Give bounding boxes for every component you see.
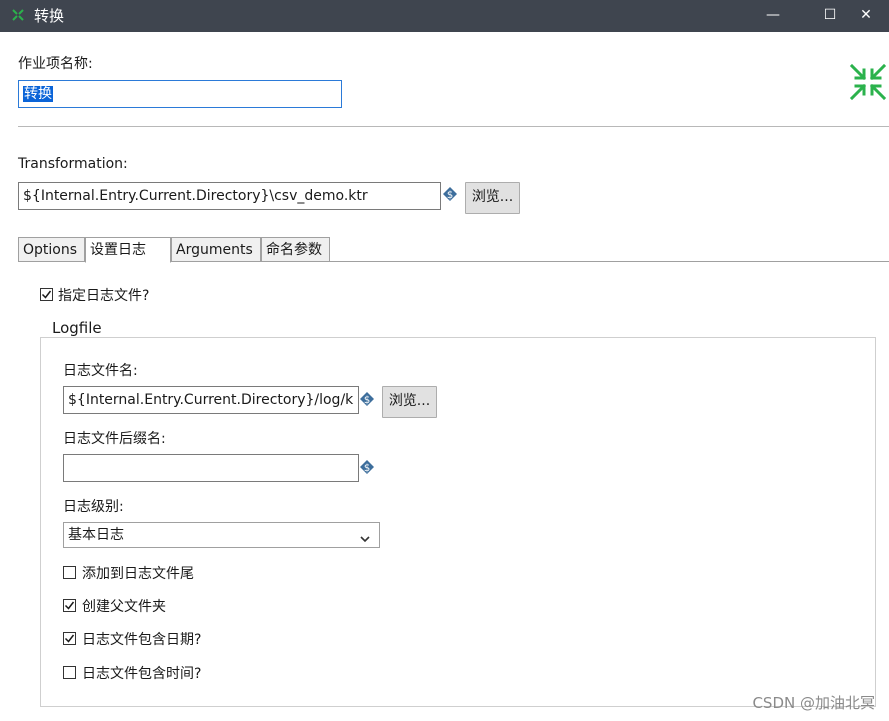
- window-title: 转换: [34, 7, 65, 25]
- checkmark-icon: [41, 290, 52, 299]
- transformation-path-input[interactable]: ${Internal.Entry.Current.Directory}\csv_…: [18, 182, 441, 210]
- transformation-label: Transformation:: [18, 156, 128, 172]
- job-entry-name-label: 作业项名称:: [18, 56, 93, 72]
- include-time-label: 日志文件包含时间?: [82, 666, 202, 682]
- tab-log-settings[interactable]: 设置日志: [85, 237, 171, 263]
- create-parent-folder-checkbox[interactable]: [63, 599, 76, 612]
- logfile-group-title: Logfile: [48, 319, 106, 337]
- logfile-ext-input[interactable]: [63, 454, 359, 482]
- watermark: CSDN @加油北冥: [752, 694, 875, 712]
- tab-named-parameters[interactable]: 命名参数: [261, 237, 330, 261]
- checkmark-icon: [64, 634, 75, 643]
- append-logfile-checkbox[interactable]: [63, 566, 76, 579]
- logfile-browse-button[interactable]: 浏览...: [382, 386, 437, 418]
- svg-text:$: $: [447, 190, 453, 201]
- specify-logfile-label: 指定日志文件?: [58, 288, 150, 304]
- log-level-value: 基本日志: [68, 527, 124, 543]
- tab-options[interactable]: Options: [18, 237, 85, 261]
- title-bar: 转换 — ☐ ✕: [0, 0, 889, 32]
- chevron-down-icon: [359, 529, 371, 543]
- include-date-checkbox[interactable]: [63, 632, 76, 645]
- job-entry-name-input[interactable]: 转换: [18, 80, 342, 108]
- logfile-ext-label: 日志文件后缀名:: [63, 431, 166, 447]
- separator: [18, 126, 889, 127]
- svg-text:$: $: [364, 463, 370, 474]
- variable-dollar-icon: $: [360, 460, 374, 474]
- kettle-job-icon: [10, 7, 26, 23]
- logfile-name-label: 日志文件名:: [63, 363, 138, 379]
- minimize-button[interactable]: —: [750, 0, 796, 32]
- logfile-name-input[interactable]: ${Internal.Entry.Current.Directory}/log/…: [63, 386, 359, 414]
- job-entry-name-value: 转换: [23, 86, 53, 102]
- checkmark-icon: [64, 601, 75, 610]
- tab-arguments[interactable]: Arguments: [171, 237, 261, 261]
- include-date-label: 日志文件包含日期?: [82, 632, 202, 648]
- log-level-select[interactable]: 基本日志: [63, 522, 380, 548]
- variable-dollar-icon: $: [443, 187, 457, 201]
- close-button[interactable]: ✕: [843, 0, 889, 32]
- log-level-label: 日志级别:: [63, 499, 124, 515]
- include-time-checkbox[interactable]: [63, 666, 76, 679]
- svg-text:$: $: [364, 395, 370, 406]
- collapse-arrows-icon[interactable]: [848, 62, 888, 102]
- specify-logfile-checkbox[interactable]: [40, 288, 53, 301]
- create-parent-folder-label: 创建父文件夹: [82, 599, 166, 615]
- append-logfile-label: 添加到日志文件尾: [82, 566, 194, 582]
- transformation-browse-button[interactable]: 浏览...: [465, 182, 520, 214]
- variable-dollar-icon: $: [360, 392, 374, 406]
